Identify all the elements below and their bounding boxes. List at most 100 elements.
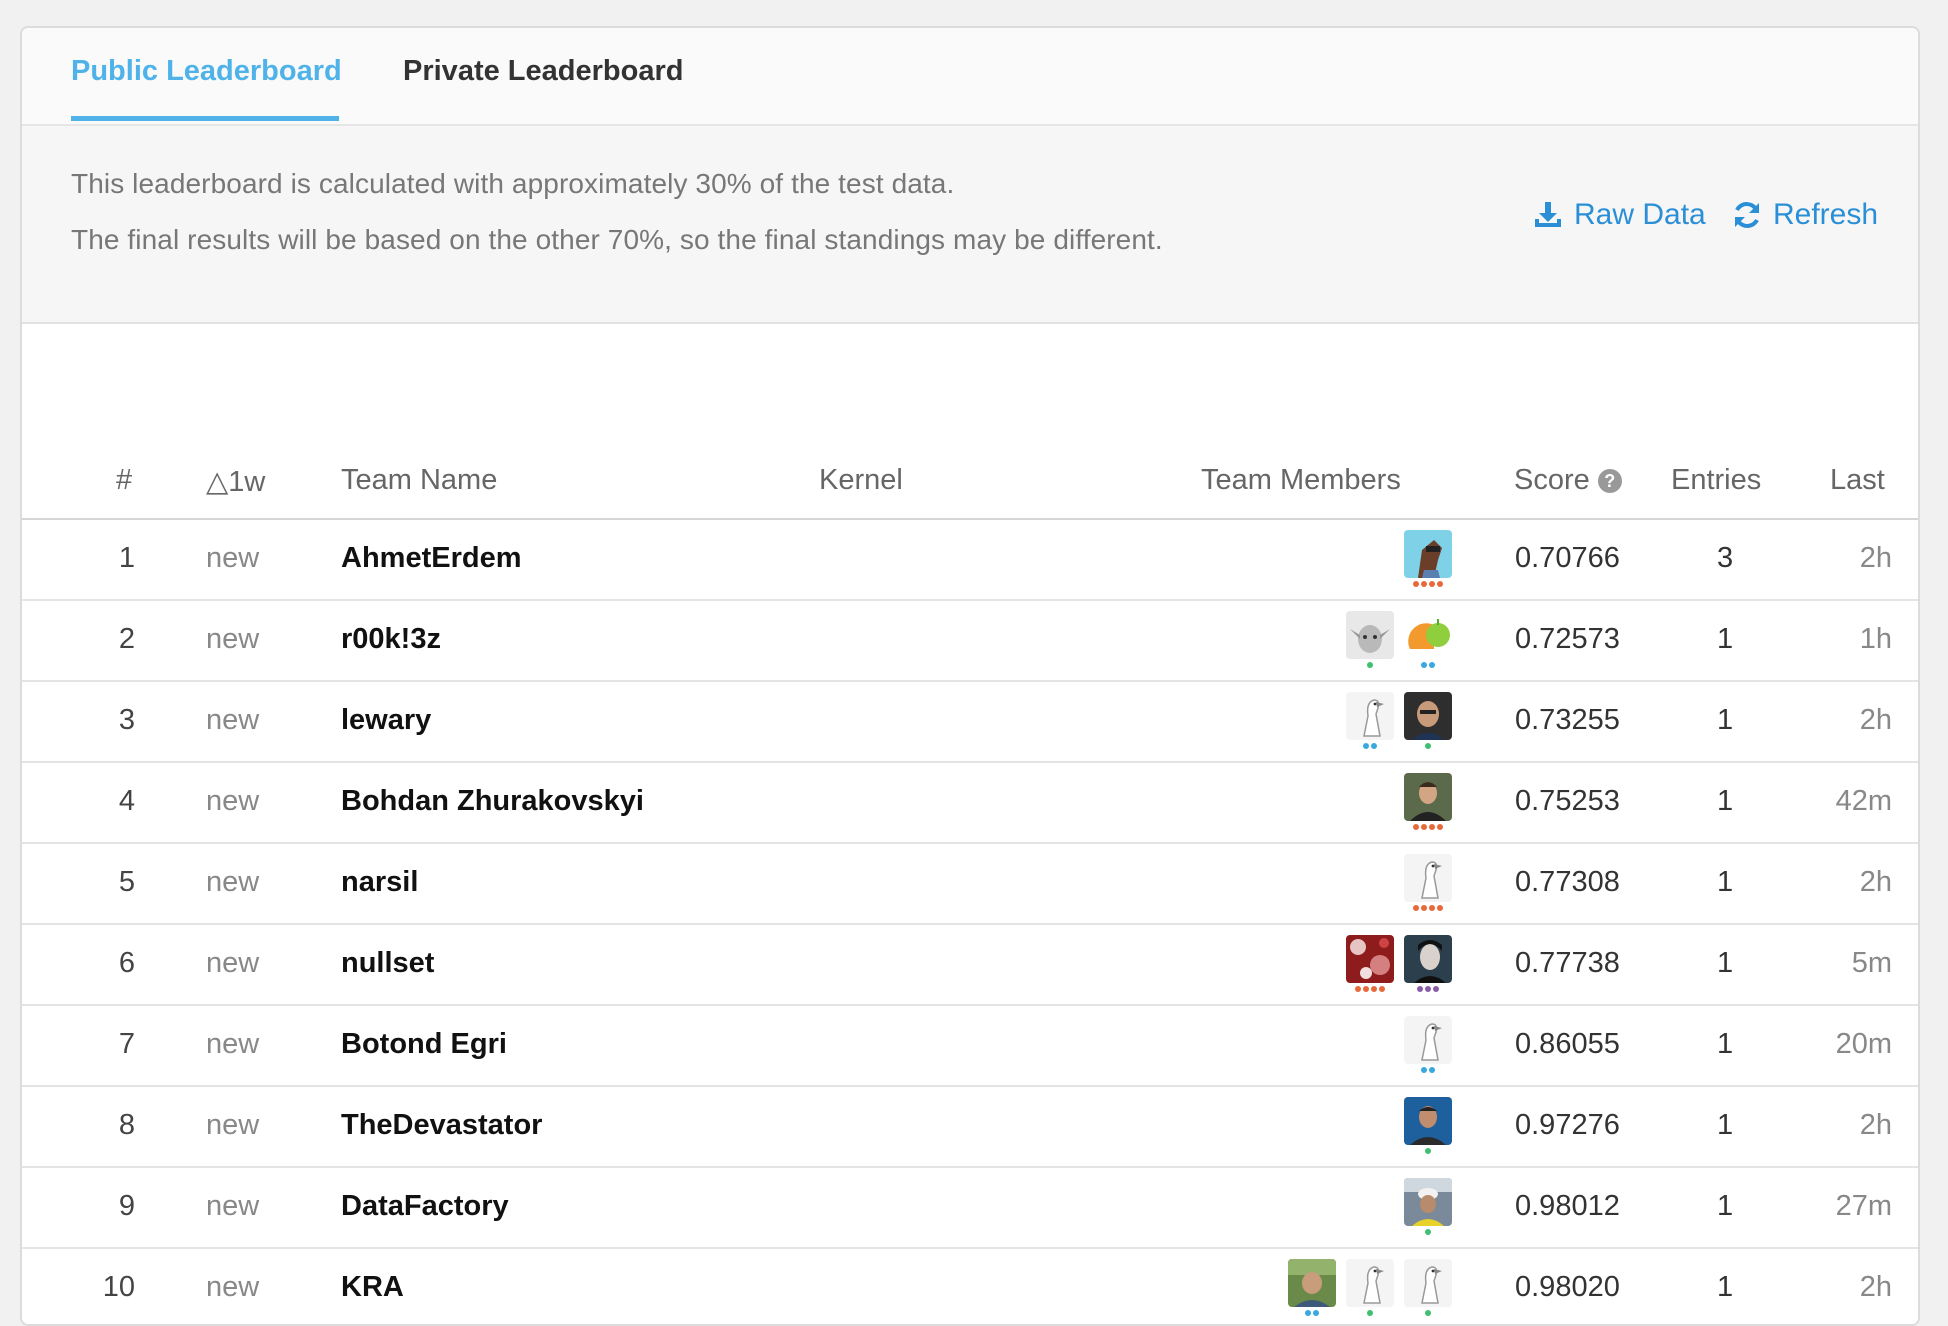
tier-indicator — [1346, 662, 1394, 668]
tier-dot — [1355, 986, 1361, 992]
team-members-cell — [1404, 1097, 1452, 1154]
rank-cell: 1 — [118, 542, 135, 574]
score-cell: 0.98012 — [1515, 1190, 1620, 1222]
avatar[interactable] — [1404, 854, 1452, 902]
team-member — [1346, 611, 1394, 668]
tier-indicator — [1404, 1229, 1452, 1235]
avatar[interactable] — [1404, 611, 1452, 659]
avatar[interactable] — [1404, 1178, 1452, 1226]
col-score[interactable]: Score ? — [1514, 464, 1622, 497]
team-members-cell — [1404, 773, 1452, 830]
team-member — [1404, 1016, 1452, 1073]
team-name-link[interactable]: TheDevastator — [341, 1109, 542, 1142]
score-cell: 0.70766 — [1515, 542, 1620, 574]
tier-dot — [1367, 662, 1373, 668]
tier-indicator — [1404, 986, 1452, 992]
avatar[interactable] — [1346, 611, 1394, 659]
rank-cell: 10 — [102, 1271, 135, 1303]
team-name-link[interactable]: nullset — [341, 947, 434, 980]
avatar[interactable] — [1288, 1259, 1336, 1307]
tier-dot — [1363, 986, 1369, 992]
team-name-link[interactable]: AhmetErdem — [341, 542, 522, 575]
last-submission-cell: 2h — [1859, 704, 1892, 736]
col-delta[interactable]: △1w — [206, 464, 265, 499]
entries-cell: 1 — [1717, 1028, 1734, 1060]
avatar[interactable] — [1404, 1259, 1452, 1307]
avatar[interactable] — [1346, 692, 1394, 740]
tier-indicator — [1404, 1067, 1452, 1073]
tab-public-leaderboard[interactable]: Public Leaderboard — [71, 55, 342, 88]
leaderboard-card: Public Leaderboard Private Leaderboard T… — [20, 26, 1920, 1326]
team-member — [1404, 935, 1452, 992]
col-kernel[interactable]: Kernel — [819, 464, 903, 497]
entries-cell: 1 — [1717, 1109, 1734, 1141]
team-members-cell — [1404, 1178, 1452, 1235]
tier-indicator — [1404, 743, 1452, 749]
col-team-name[interactable]: Team Name — [341, 464, 497, 497]
refresh-label: Refresh — [1773, 198, 1879, 231]
avatar[interactable] — [1346, 935, 1394, 983]
entries-cell: 3 — [1717, 542, 1734, 574]
avatar[interactable] — [1404, 530, 1452, 578]
tier-dot — [1371, 986, 1377, 992]
last-submission-cell: 20m — [1835, 1028, 1892, 1060]
table-row: 8 new TheDevastator 0.97276 1 2h — [22, 1087, 1918, 1168]
tier-dot — [1437, 581, 1443, 587]
last-submission-cell: 1h — [1859, 623, 1892, 655]
avatar[interactable] — [1346, 1259, 1394, 1307]
tier-indicator — [1346, 743, 1394, 749]
tier-dot — [1429, 824, 1435, 830]
active-tab-indicator — [71, 116, 339, 121]
refresh-icon — [1735, 202, 1759, 228]
col-last[interactable]: Last — [1830, 464, 1885, 497]
team-name-link[interactable]: KRA — [341, 1271, 404, 1304]
team-name-link[interactable]: r00k!3z — [341, 623, 441, 656]
team-name-link[interactable]: narsil — [341, 866, 418, 899]
avatar[interactable] — [1404, 1016, 1452, 1064]
refresh-link[interactable]: Refresh — [1731, 198, 1878, 232]
last-submission-cell: 2h — [1859, 1271, 1892, 1303]
delta-cell: new — [206, 704, 260, 736]
team-members-cell — [1404, 530, 1452, 587]
col-rank[interactable]: # — [116, 464, 132, 497]
table-row: 10 new KRA 0.98020 1 2h — [22, 1249, 1918, 1324]
col-entries[interactable]: Entries — [1671, 464, 1761, 497]
avatar[interactable] — [1404, 773, 1452, 821]
delta-cell: new — [206, 785, 260, 817]
team-member — [1346, 935, 1394, 992]
raw-data-link[interactable]: Raw Data — [1532, 198, 1706, 232]
tier-dot — [1421, 905, 1427, 911]
tab-private-leaderboard[interactable]: Private Leaderboard — [403, 55, 683, 88]
rank-cell: 5 — [118, 866, 135, 898]
avatar[interactable] — [1404, 692, 1452, 740]
last-submission-cell: 42m — [1835, 785, 1892, 817]
team-name-link[interactable]: DataFactory — [341, 1190, 509, 1223]
avatar[interactable] — [1404, 935, 1452, 983]
tier-indicator — [1404, 581, 1452, 587]
avatar[interactable] — [1404, 1097, 1452, 1145]
help-icon[interactable]: ? — [1597, 468, 1622, 493]
entries-cell: 1 — [1717, 704, 1734, 736]
team-name-link[interactable]: Botond Egri — [341, 1028, 507, 1061]
table-body: 1 new AhmetErdem 0.70766 3 2h 2 new r00k!3z 0.7… — [22, 520, 1918, 1324]
tier-indicator — [1346, 1310, 1394, 1316]
entries-cell: 1 — [1717, 1271, 1734, 1303]
last-submission-cell: 2h — [1859, 866, 1892, 898]
team-name-link[interactable]: lewary — [341, 704, 431, 737]
tab-bar: Public Leaderboard Private Leaderboard — [22, 28, 1918, 126]
info-panel: This leaderboard is calculated with appr… — [22, 126, 1918, 324]
col-team-members[interactable]: Team Members — [1201, 464, 1401, 497]
last-submission-cell: 2h — [1859, 1109, 1892, 1141]
tier-dot — [1413, 824, 1419, 830]
team-member — [1404, 1178, 1452, 1235]
last-submission-cell: 5m — [1851, 947, 1892, 979]
table-row: 6 new nullset 0.77738 1 5m — [22, 925, 1918, 1006]
delta-cell: new — [206, 866, 260, 898]
score-cell: 0.73255 — [1515, 704, 1620, 736]
team-name-link[interactable]: Bohdan Zhurakovskyi — [341, 785, 644, 818]
tier-indicator — [1404, 1310, 1452, 1316]
tier-indicator — [1404, 905, 1452, 911]
entries-cell: 1 — [1717, 866, 1734, 898]
entries-cell: 1 — [1717, 623, 1734, 655]
team-members-cell — [1404, 854, 1452, 911]
